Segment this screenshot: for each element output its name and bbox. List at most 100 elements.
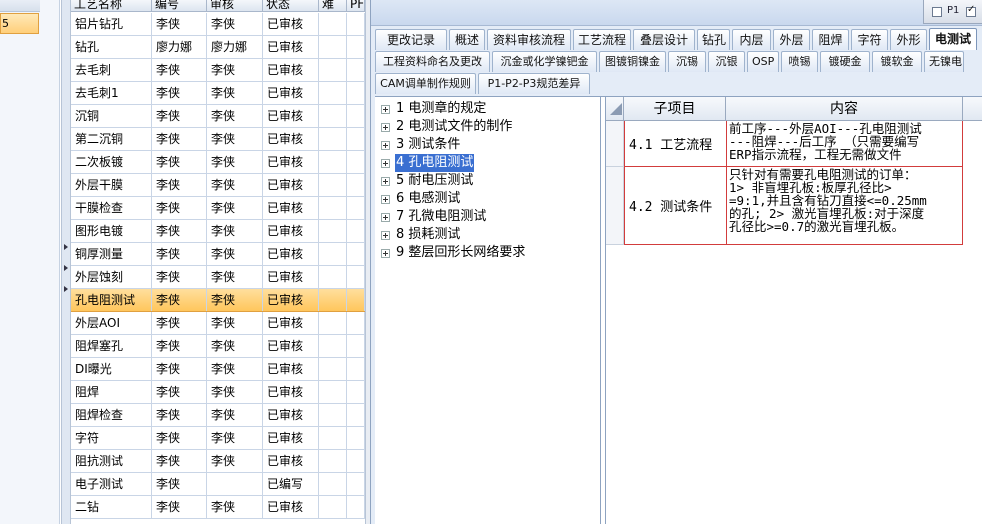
tree-node-label[interactable]: 3 测试条件 — [395, 136, 461, 154]
table-row[interactable]: DI曝光 李侠 李侠 已审核 — [71, 358, 365, 381]
tab-tabs_row3-0[interactable]: CAM调单制作规则 — [375, 73, 476, 94]
cell-code: 李侠 — [152, 13, 207, 35]
expand-plus-icon[interactable] — [381, 123, 390, 132]
panel-splitter[interactable] — [61, 0, 71, 524]
left-strip-selected-cell[interactable]: 5 — [0, 13, 39, 34]
table-row[interactable]: 钻孔 廖力娜 廖力娜 已审核 — [71, 36, 365, 59]
table-row[interactable]: 阻焊检查 李侠 李侠 已审核 — [71, 404, 365, 427]
tab-tabs_row2-9[interactable]: 无镍电 — [924, 51, 964, 72]
table-row[interactable]: 铝片钻孔 李侠 李侠 已审核 — [71, 13, 365, 36]
tree-node-label[interactable]: 8 损耗测试 — [395, 226, 461, 244]
table-row[interactable]: 铜厚测量 李侠 李侠 已审核 — [71, 243, 365, 266]
expand-plus-icon[interactable] — [381, 249, 390, 258]
cell-difficulty — [319, 59, 347, 81]
cell-status: 已审核 — [263, 335, 319, 357]
tree-node-label[interactable]: 9 整层回形长网络要求 — [395, 244, 526, 262]
table-row[interactable]: 二次板镀 李侠 李侠 已审核 — [71, 151, 365, 174]
tab-tabs_row1-3[interactable]: 工艺流程 — [573, 29, 631, 50]
cell-code: 李侠 — [152, 243, 207, 265]
expand-plus-icon[interactable] — [381, 159, 390, 168]
table-row[interactable]: 外层干膜 李侠 李侠 已审核 — [71, 174, 365, 197]
table-row[interactable]: 去毛刺1 李侠 李侠 已审核 — [71, 82, 365, 105]
column-header-process-name[interactable]: 工艺名称 — [71, 0, 152, 12]
tab-tabs_row2-7[interactable]: 镀硬金 — [820, 51, 870, 72]
tab-tabs_row1-7[interactable]: 外层 — [773, 29, 810, 50]
table-row[interactable]: 阻抗测试 李侠 李侠 已审核 — [71, 450, 365, 473]
column-header-difficulty[interactable]: 难 — [319, 0, 347, 12]
tab-tabs_row2-2[interactable]: 图镀铜镍金 — [599, 51, 666, 72]
tab-tabs_row2-1[interactable]: 沉金或化学镍钯金 — [492, 51, 597, 72]
tab-tabs_row1-0[interactable]: 更改记录 — [375, 29, 447, 50]
tab-tabs_row1-11[interactable]: 电测试 — [929, 28, 977, 50]
cell-subitem: 4.1 工艺流程 — [624, 121, 726, 167]
tree-node-label[interactable]: 4 孔电阻测试 — [395, 154, 475, 172]
column-header-content[interactable]: 内容 — [726, 97, 963, 121]
expand-plus-icon[interactable] — [381, 195, 390, 204]
expand-plus-icon[interactable] — [381, 141, 390, 150]
table-row[interactable]: 第二沉铜 李侠 李侠 已审核 — [71, 128, 365, 151]
cell-status: 已编写 — [263, 473, 319, 495]
table-row[interactable]: 干膜检查 李侠 李侠 已审核 — [71, 197, 365, 220]
tab-tabs_row3-1[interactable]: P1-P2-P3规范差异 — [478, 73, 590, 94]
column-header-subitem[interactable]: 子项目 — [624, 97, 726, 121]
cell-difficulty — [319, 243, 347, 265]
p1-checkbox-icon[interactable] — [932, 7, 942, 17]
cell-difficulty — [319, 13, 347, 35]
table-row[interactable]: 去毛刺 李侠 李侠 已审核 — [71, 59, 365, 82]
table-row[interactable]: 图形电镀 李侠 李侠 已审核 — [71, 220, 365, 243]
expand-plus-icon[interactable] — [381, 213, 390, 222]
expand-plus-icon[interactable] — [381, 177, 390, 186]
cell-pf — [347, 82, 365, 104]
cell-content[interactable]: 只针对有需要孔电阻测试的订单： 1> 非盲埋孔板:板厚孔径比> =9:1,并且含… — [726, 167, 963, 245]
cell-code: 李侠 — [152, 450, 207, 472]
tab-tabs_row1-9[interactable]: 字符 — [851, 29, 888, 50]
cell-code: 廖力娜 — [152, 36, 207, 58]
tab-tabs_row2-0[interactable]: 工程资料命名及更改 — [375, 51, 490, 72]
table-row[interactable]: 阻焊 李侠 李侠 已审核 — [71, 381, 365, 404]
table-row[interactable]: 电子测试 李侠 已编写 — [71, 473, 365, 496]
tab-tabs_row1-2[interactable]: 资料审核流程 — [487, 29, 571, 50]
row-header[interactable] — [606, 121, 624, 167]
tree-node-label[interactable]: 1 电测章的规定 — [395, 100, 487, 118]
table-row[interactable]: 孔电阻测试 李侠 李侠 已审核 — [71, 289, 365, 312]
tab-tabs_row2-3[interactable]: 沉锡 — [668, 51, 706, 72]
tree-node-label[interactable]: 7 孔微电阻测试 — [395, 208, 487, 226]
tab-tabs_row1-10[interactable]: 外形 — [890, 29, 927, 50]
check-icon[interactable] — [966, 4, 976, 17]
cell-status: 已审核 — [263, 289, 319, 311]
column-header-status[interactable]: 状态 — [263, 0, 319, 12]
detail-row[interactable]: 4.1 工艺流程 前工序---外层AOI---孔电阻测试 ---阻焊---后工序 … — [606, 121, 982, 167]
row-header[interactable] — [606, 167, 624, 245]
cell-reviewer: 李侠 — [207, 128, 263, 150]
table-row[interactable]: 外层蚀刻 李侠 李侠 已审核 — [71, 266, 365, 289]
column-header-review[interactable]: 审核 — [207, 0, 263, 12]
tab-tabs_row1-5[interactable]: 钻孔 — [697, 29, 730, 50]
table-row[interactable]: 二钻 李侠 李侠 已审核 — [71, 496, 365, 519]
tab-tabs_row2-4[interactable]: 沉银 — [708, 51, 745, 72]
cell-content[interactable]: 前工序---外层AOI---孔电阻测试 ---阻焊---后工序 （只需要编写 E… — [726, 121, 963, 167]
cell-process-name: 阻焊塞孔 — [71, 335, 152, 357]
expand-plus-icon[interactable] — [381, 105, 390, 114]
table-row[interactable]: 沉铜 李侠 李侠 已审核 — [71, 105, 365, 128]
tab-tabs_row1-6[interactable]: 内层 — [732, 29, 771, 50]
cell-pf — [347, 266, 365, 288]
table-row[interactable]: 字符 李侠 李侠 已审核 — [71, 427, 365, 450]
tab-tabs_row1-4[interactable]: 叠层设计 — [633, 29, 695, 50]
table-row[interactable]: 外层AOI 李侠 李侠 已审核 — [71, 312, 365, 335]
column-header-pf[interactable]: PF — [347, 0, 365, 12]
expand-plus-icon[interactable] — [381, 231, 390, 240]
tab-tabs_row2-8[interactable]: 镀软金 — [872, 51, 922, 72]
tab-tabs_row1-8[interactable]: 阻焊 — [812, 29, 849, 50]
tab-tabs_row2-6[interactable]: 喷锡 — [781, 51, 818, 72]
tree-node-label[interactable]: 5 耐电压测试 — [395, 172, 474, 190]
tree-node-label[interactable]: 2 电测试文件的制作 — [395, 118, 513, 136]
tab-tabs_row2-5[interactable]: OSP — [747, 51, 779, 72]
tree-node-label[interactable]: 6 电感测试 — [395, 190, 461, 208]
cell-status: 已审核 — [263, 427, 319, 449]
table-row[interactable]: 阻焊塞孔 李侠 李侠 已审核 — [71, 335, 365, 358]
cell-pf — [347, 128, 365, 150]
table-corner-icon[interactable] — [606, 97, 624, 121]
detail-row[interactable]: 4.2 测试条件 只针对有需要孔电阻测试的订单： 1> 非盲埋孔板:板厚孔径比> … — [606, 167, 982, 245]
column-header-code[interactable]: 编号 — [152, 0, 207, 12]
tab-tabs_row1-1[interactable]: 概述 — [449, 29, 485, 50]
